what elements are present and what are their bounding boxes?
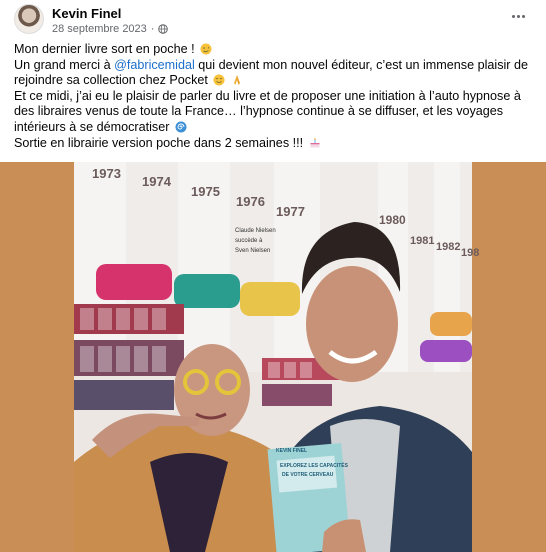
- photo-illustration: 1973 1974 1975 1976 1977 1980 1981 1982 …: [74, 162, 479, 552]
- mention-link[interactable]: @fabricemidal: [114, 58, 195, 72]
- year-label: 1975: [191, 184, 220, 199]
- year-label: 1982: [436, 241, 460, 253]
- purple-strip: [420, 340, 472, 362]
- text-line-4: Sortie en librairie version poche dans 2…: [14, 135, 304, 150]
- more-options-icon[interactable]: [510, 9, 526, 23]
- pray-emoji: [233, 75, 240, 86]
- text-line-1: Mon dernier livre sort en poche !: [14, 42, 195, 56]
- author-name[interactable]: Kevin Finel: [52, 6, 121, 21]
- year-label: 198: [461, 247, 479, 259]
- caption-line: Claude Nielsen: [235, 228, 276, 234]
- right-man-head: [306, 266, 398, 382]
- text-line-3: Et ce midi, j’ai eu le plaisir de parler…: [14, 88, 521, 134]
- year-label: 1977: [276, 204, 305, 219]
- author-avatar[interactable]: [14, 4, 44, 34]
- caption-line: succède à: [235, 238, 263, 244]
- text-line-2a: Un grand merci à: [14, 57, 115, 72]
- book-author-text: KEVIN FINEL: [276, 448, 307, 454]
- cake-emoji: [310, 137, 320, 148]
- date-separator: ·: [150, 23, 155, 35]
- post-meta: 28 septembre 2023 ·: [52, 23, 169, 35]
- pink-strip: [96, 264, 172, 300]
- year-label: 1981: [410, 235, 434, 247]
- year-label: 1973: [92, 166, 121, 181]
- smile-emoji: [213, 74, 225, 86]
- globe-icon[interactable]: [158, 24, 169, 34]
- post-text: Mon dernier livre sort en poche ! Un gra…: [14, 42, 534, 151]
- book-title-text: DE VOTRE CERVEAU: [282, 472, 334, 478]
- orange-strip: [430, 312, 472, 336]
- post-header: Kevin Finel 28 septembre 2023 ·: [0, 0, 546, 40]
- facebook-post: Kevin Finel 28 septembre 2023 · Mon dern…: [0, 0, 546, 552]
- year-label: 1980: [379, 213, 406, 227]
- year-label: 1974: [142, 174, 172, 189]
- post-date[interactable]: 28 septembre 2023: [52, 23, 147, 35]
- book-title-text: EXPLOREZ LES CAPACITÉS: [280, 461, 349, 469]
- face-emoji: [200, 43, 212, 55]
- teal-strip: [174, 274, 240, 308]
- yellow-strip: [240, 282, 300, 316]
- post-photo[interactable]: 1973 1974 1975 1976 1977 1980 1981 1982 …: [0, 162, 546, 552]
- spiral-emoji: [175, 121, 187, 133]
- caption-line: Sven Nielsen: [235, 248, 270, 254]
- year-label: 1976: [236, 194, 265, 209]
